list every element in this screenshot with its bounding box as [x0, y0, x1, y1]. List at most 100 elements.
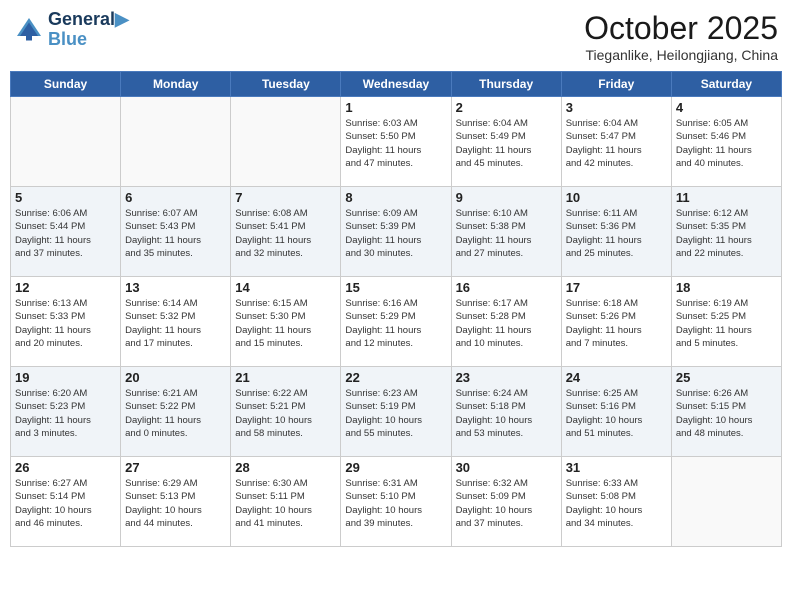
day-number: 13 [125, 280, 226, 295]
day-number: 18 [676, 280, 777, 295]
day-info: Sunrise: 6:15 AMSunset: 5:30 PMDaylight:… [235, 297, 336, 350]
calendar-cell: 28Sunrise: 6:30 AMSunset: 5:11 PMDayligh… [231, 457, 341, 547]
calendar-cell: 16 Sunrise: 6:17 AMSunset: 5:28 PMDayligh… [451, 277, 561, 367]
day-number: 10 [566, 190, 667, 205]
calendar-cell: 2 Sunrise: 6:04 AMSunset: 5:49 PMDaylight… [451, 97, 561, 187]
day-number: 31 [566, 460, 667, 475]
calendar-cell: 6 Sunrise: 6:07 AMSunset: 5:43 PMDaylight… [121, 187, 231, 277]
day-info: Sunrise: 6:30 AMSunset: 5:11 PMDaylight:… [235, 477, 336, 530]
weekday-header-friday: Friday [561, 72, 671, 97]
calendar-cell [121, 97, 231, 187]
day-info: Sunrise: 6:32 AMSunset: 5:09 PMDaylight:… [456, 477, 557, 530]
calendar-cell: 18 Sunrise: 6:19 AMSunset: 5:25 PMDayligh… [671, 277, 781, 367]
day-number: 24 [566, 370, 667, 385]
week-row-4: 19Sunrise: 6:20 AMSunset: 5:23 PMDayligh… [11, 367, 782, 457]
logo-icon [14, 15, 44, 45]
month-title: October 2025 [584, 10, 778, 47]
week-row-3: 12Sunrise: 6:13 AMSunset: 5:33 PMDayligh… [11, 277, 782, 367]
day-number: 8 [345, 190, 446, 205]
day-number: 14 [235, 280, 336, 295]
day-number: 16 [456, 280, 557, 295]
calendar-cell: 29Sunrise: 6:31 AMSunset: 5:10 PMDayligh… [341, 457, 451, 547]
day-number: 22 [345, 370, 446, 385]
day-number: 25 [676, 370, 777, 385]
day-number: 1 [345, 100, 446, 115]
day-number: 26 [15, 460, 116, 475]
day-info: Sunrise: 6:16 AMSunset: 5:29 PMDaylight:… [345, 297, 446, 350]
day-info: Sunrise: 6:33 AMSunset: 5:08 PMDaylight:… [566, 477, 667, 530]
day-info: Sunrise: 6:07 AMSunset: 5:43 PMDaylight:… [125, 207, 226, 260]
day-info: Sunrise: 6:11 AMSunset: 5:36 PMDaylight:… [566, 207, 667, 260]
day-info: Sunrise: 6:23 AMSunset: 5:19 PMDaylight:… [345, 387, 446, 440]
calendar-cell: 22 Sunrise: 6:23 AMSunset: 5:19 PMDayligh… [341, 367, 451, 457]
day-number: 7 [235, 190, 336, 205]
calendar-cell: 12Sunrise: 6:13 AMSunset: 5:33 PMDayligh… [11, 277, 121, 367]
day-info: Sunrise: 6:20 AMSunset: 5:23 PMDaylight:… [15, 387, 116, 440]
calendar-cell: 17 Sunrise: 6:18 AMSunset: 5:26 PMDayligh… [561, 277, 671, 367]
logo-text: General▶ Blue [48, 10, 129, 50]
calendar-cell: 5 Sunrise: 6:06 AMSunset: 5:44 PMDaylight… [11, 187, 121, 277]
calendar-cell: 21Sunrise: 6:22 AMSunset: 5:21 PMDayligh… [231, 367, 341, 457]
day-number: 27 [125, 460, 226, 475]
calendar-cell [231, 97, 341, 187]
day-number: 4 [676, 100, 777, 115]
day-info: Sunrise: 6:05 AMSunset: 5:46 PMDaylight:… [676, 117, 777, 170]
calendar-cell: 3Sunrise: 6:04 AMSunset: 5:47 PMDaylight… [561, 97, 671, 187]
page-header: General▶ Blue October 2025 Tieganlike, H… [10, 10, 782, 63]
day-info: Sunrise: 6:03 AMSunset: 5:50 PMDaylight:… [345, 117, 446, 170]
calendar-cell: 27 Sunrise: 6:29 AMSunset: 5:13 PMDayligh… [121, 457, 231, 547]
weekday-header-saturday: Saturday [671, 72, 781, 97]
calendar-cell: 4 Sunrise: 6:05 AMSunset: 5:46 PMDaylight… [671, 97, 781, 187]
calendar-cell: 8 Sunrise: 6:09 AMSunset: 5:39 PMDaylight… [341, 187, 451, 277]
day-info: Sunrise: 6:21 AMSunset: 5:22 PMDaylight:… [125, 387, 226, 440]
calendar-cell: 14 Sunrise: 6:15 AMSunset: 5:30 PMDayligh… [231, 277, 341, 367]
calendar-cell: 13Sunrise: 6:14 AMSunset: 5:32 PMDayligh… [121, 277, 231, 367]
weekday-header-tuesday: Tuesday [231, 72, 341, 97]
day-number: 3 [566, 100, 667, 115]
weekday-header-monday: Monday [121, 72, 231, 97]
day-info: Sunrise: 6:10 AMSunset: 5:38 PMDaylight:… [456, 207, 557, 260]
day-info: Sunrise: 6:19 AMSunset: 5:25 PMDaylight:… [676, 297, 777, 350]
day-number: 23 [456, 370, 557, 385]
calendar-cell [11, 97, 121, 187]
day-info: Sunrise: 6:25 AMSunset: 5:16 PMDaylight:… [566, 387, 667, 440]
day-info: Sunrise: 6:17 AMSunset: 5:28 PMDaylight:… [456, 297, 557, 350]
day-number: 11 [676, 190, 777, 205]
calendar-cell: 15 Sunrise: 6:16 AMSunset: 5:29 PMDayligh… [341, 277, 451, 367]
week-row-5: 26 Sunrise: 6:27 AMSunset: 5:14 PMDayligh… [11, 457, 782, 547]
weekday-header-sunday: Sunday [11, 72, 121, 97]
calendar-cell: 25Sunrise: 6:26 AMSunset: 5:15 PMDayligh… [671, 367, 781, 457]
day-number: 5 [15, 190, 116, 205]
day-info: Sunrise: 6:27 AMSunset: 5:14 PMDaylight:… [15, 477, 116, 530]
day-number: 30 [456, 460, 557, 475]
weekday-header-row: SundayMondayTuesdayWednesdayThursdayFrid… [11, 72, 782, 97]
day-number: 17 [566, 280, 667, 295]
day-info: Sunrise: 6:13 AMSunset: 5:33 PMDaylight:… [15, 297, 116, 350]
day-number: 15 [345, 280, 446, 295]
day-info: Sunrise: 6:29 AMSunset: 5:13 PMDaylight:… [125, 477, 226, 530]
calendar-cell: 19Sunrise: 6:20 AMSunset: 5:23 PMDayligh… [11, 367, 121, 457]
calendar-cell: 31 Sunrise: 6:33 AMSunset: 5:08 PMDayligh… [561, 457, 671, 547]
calendar: SundayMondayTuesdayWednesdayThursdayFrid… [10, 71, 782, 547]
day-info: Sunrise: 6:06 AMSunset: 5:44 PMDaylight:… [15, 207, 116, 260]
day-info: Sunrise: 6:18 AMSunset: 5:26 PMDaylight:… [566, 297, 667, 350]
day-number: 21 [235, 370, 336, 385]
day-number: 2 [456, 100, 557, 115]
calendar-cell: 24 Sunrise: 6:25 AMSunset: 5:16 PMDayligh… [561, 367, 671, 457]
weekday-header-wednesday: Wednesday [341, 72, 451, 97]
calendar-cell: 20 Sunrise: 6:21 AMSunset: 5:22 PMDayligh… [121, 367, 231, 457]
day-info: Sunrise: 6:09 AMSunset: 5:39 PMDaylight:… [345, 207, 446, 260]
day-number: 6 [125, 190, 226, 205]
calendar-cell: 7 Sunrise: 6:08 AMSunset: 5:41 PMDaylight… [231, 187, 341, 277]
day-info: Sunrise: 6:31 AMSunset: 5:10 PMDaylight:… [345, 477, 446, 530]
calendar-cell: 30 Sunrise: 6:32 AMSunset: 5:09 PMDayligh… [451, 457, 561, 547]
calendar-cell: 1 Sunrise: 6:03 AMSunset: 5:50 PMDaylight… [341, 97, 451, 187]
week-row-2: 5 Sunrise: 6:06 AMSunset: 5:44 PMDaylight… [11, 187, 782, 277]
location-title: Tieganlike, Heilongjiang, China [584, 47, 778, 63]
day-info: Sunrise: 6:08 AMSunset: 5:41 PMDaylight:… [235, 207, 336, 260]
week-row-1: 1 Sunrise: 6:03 AMSunset: 5:50 PMDaylight… [11, 97, 782, 187]
day-number: 20 [125, 370, 226, 385]
calendar-cell: 9Sunrise: 6:10 AMSunset: 5:38 PMDaylight… [451, 187, 561, 277]
calendar-cell: 10 Sunrise: 6:11 AMSunset: 5:36 PMDayligh… [561, 187, 671, 277]
day-info: Sunrise: 6:04 AMSunset: 5:49 PMDaylight:… [456, 117, 557, 170]
